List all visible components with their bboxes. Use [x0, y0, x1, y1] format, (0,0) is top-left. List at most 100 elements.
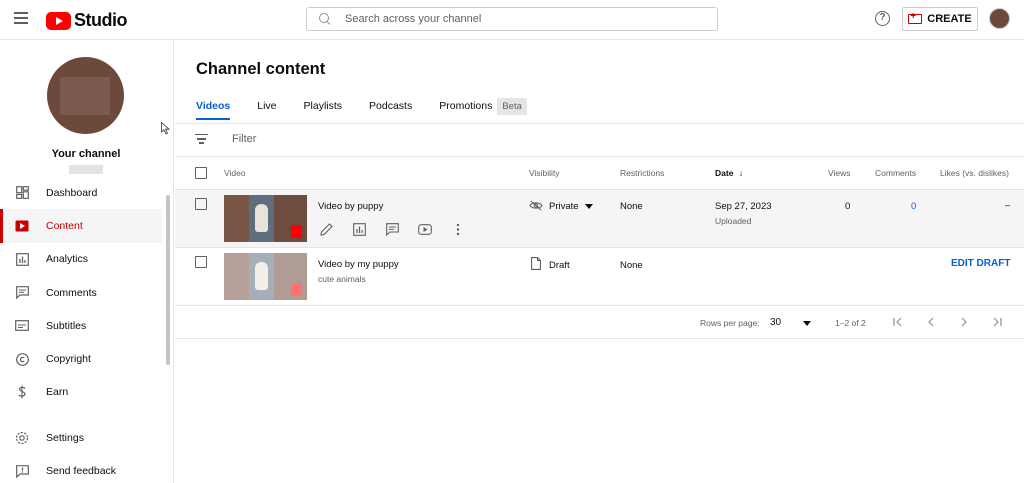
- page-title: Channel content: [196, 60, 326, 78]
- earn-icon: [15, 385, 29, 399]
- chevron-down-icon[interactable]: [803, 321, 811, 326]
- sidebar-item-label: Content: [46, 219, 83, 232]
- column-header-likes[interactable]: Likes (vs. dislikes): [940, 168, 1009, 178]
- column-header-date[interactable]: Date ↓: [715, 168, 743, 178]
- pagination-range: 1–2 of 2: [835, 318, 866, 328]
- more-options-icon[interactable]: [451, 222, 465, 236]
- comments-count-link[interactable]: 0: [911, 201, 916, 212]
- divider: [175, 305, 1024, 306]
- sidebar-item-subtitles[interactable]: Subtitles: [0, 309, 162, 342]
- divider: [175, 123, 1024, 124]
- help-icon[interactable]: ?: [875, 11, 890, 26]
- sidebar-item-label: Settings: [46, 431, 84, 444]
- sidebar-item-label: Comments: [46, 286, 97, 299]
- tab-live[interactable]: Live: [257, 96, 276, 120]
- previous-page-icon[interactable]: [923, 314, 939, 330]
- filter-input[interactable]: Filter: [232, 133, 256, 145]
- sort-descending-icon: ↓: [738, 168, 744, 178]
- first-page-icon[interactable]: [890, 314, 906, 330]
- content-icon: [15, 219, 29, 233]
- divider: [175, 338, 1024, 339]
- sidebar-item-copyright[interactable]: Copyright: [0, 342, 162, 375]
- channel-avatar[interactable]: [47, 57, 124, 134]
- sidebar-item-earn[interactable]: Earn: [0, 376, 162, 409]
- column-header-comments[interactable]: Comments: [875, 168, 916, 178]
- tab-promotions[interactable]: Promotions Beta: [439, 96, 527, 120]
- tab-podcasts[interactable]: Podcasts: [369, 96, 412, 120]
- sidebar-item-send-feedback[interactable]: Send feedback: [0, 454, 162, 483]
- beta-badge: Beta: [497, 98, 527, 115]
- analytics-icon[interactable]: [352, 222, 366, 236]
- studio-logo-text: Studio: [74, 10, 128, 30]
- likes-value: –: [1005, 200, 1011, 211]
- chevron-down-icon[interactable]: [585, 204, 593, 209]
- column-header-video: Video: [224, 168, 246, 178]
- sidebar-item-label: Subtitles: [46, 319, 87, 332]
- divider: [175, 247, 1024, 248]
- tab-videos[interactable]: Videos: [196, 96, 231, 120]
- search-bar[interactable]: [306, 7, 718, 31]
- shorts-icon: [291, 225, 302, 238]
- shorts-icon: [291, 283, 302, 296]
- video-description: cute animals: [318, 274, 366, 284]
- video-thumbnail[interactable]: [224, 195, 307, 242]
- date-value: Sep 27, 2023: [715, 201, 772, 212]
- sidebar-item-label: Send feedback: [46, 465, 117, 478]
- restrictions-value: None: [620, 260, 643, 271]
- sidebar-scrollbar[interactable]: [166, 195, 170, 365]
- comments-icon: [15, 286, 29, 300]
- sidebar-nav: Dashboard Content Analytics Comments Sub…: [0, 176, 162, 483]
- divider: [175, 156, 1024, 157]
- edit-draft-button[interactable]: EDIT DRAFT: [951, 258, 1010, 269]
- youtube-logo-icon: [46, 11, 71, 30]
- visibility-dropdown[interactable]: Private: [549, 201, 579, 212]
- video-thumbnail[interactable]: [224, 253, 307, 300]
- comments-icon[interactable]: [385, 222, 399, 236]
- sidebar-item-analytics[interactable]: Analytics: [0, 243, 162, 276]
- views-count: 0: [845, 201, 851, 212]
- video-title[interactable]: Video by my puppy: [318, 259, 399, 270]
- last-page-icon[interactable]: [989, 314, 1005, 330]
- menu-icon[interactable]: [14, 12, 28, 24]
- mouse-pointer-icon: [161, 122, 170, 135]
- dashboard-icon: [15, 186, 29, 200]
- column-header-restrictions[interactable]: Restrictions: [620, 168, 664, 178]
- row-checkbox[interactable]: [195, 256, 207, 268]
- filter-icon[interactable]: [195, 134, 208, 144]
- edit-pencil-icon[interactable]: [319, 222, 333, 236]
- channel-handle-placeholder: [69, 165, 103, 174]
- search-input[interactable]: [345, 13, 705, 25]
- account-avatar[interactable]: [989, 8, 1010, 29]
- create-button[interactable]: CREATE: [902, 7, 978, 31]
- restrictions-value: None: [620, 201, 643, 212]
- column-header-date-label: Date: [715, 168, 734, 178]
- sidebar-item-dashboard[interactable]: Dashboard: [0, 176, 162, 209]
- sidebar-item-label: Dashboard: [46, 186, 98, 199]
- visibility-value: Draft: [549, 260, 570, 271]
- draft-document-icon: [531, 257, 541, 270]
- channel-label: Your channel: [51, 148, 121, 160]
- visibility-private-icon: [529, 200, 543, 211]
- video-title[interactable]: Video by puppy: [318, 201, 383, 212]
- next-page-icon[interactable]: [956, 314, 972, 330]
- studio-logo[interactable]: Studio: [46, 10, 128, 31]
- column-header-views[interactable]: Views: [828, 168, 851, 178]
- column-header-visibility[interactable]: Visibility: [529, 168, 560, 178]
- sidebar-item-comments[interactable]: Comments: [0, 276, 162, 309]
- youtube-play-icon[interactable]: [418, 222, 432, 236]
- rows-per-page-select[interactable]: 30: [770, 317, 781, 328]
- sidebar-item-settings[interactable]: Settings: [0, 421, 162, 454]
- settings-icon: [15, 431, 29, 445]
- search-icon: [319, 13, 331, 25]
- date-status: Uploaded: [715, 216, 752, 226]
- sidebar-item-content[interactable]: Content: [0, 209, 162, 243]
- tab-promotions-label: Promotions: [439, 100, 493, 112]
- analytics-icon: [15, 252, 29, 266]
- sidebar-item-label: Earn: [46, 386, 69, 399]
- select-all-checkbox[interactable]: [195, 167, 207, 179]
- row-checkbox[interactable]: [195, 198, 207, 210]
- subtitles-icon: [15, 319, 29, 333]
- tab-playlists[interactable]: Playlists: [304, 96, 343, 120]
- rows-per-page-label: Rows per page:: [700, 318, 760, 328]
- sidebar-item-label: Copyright: [46, 353, 91, 366]
